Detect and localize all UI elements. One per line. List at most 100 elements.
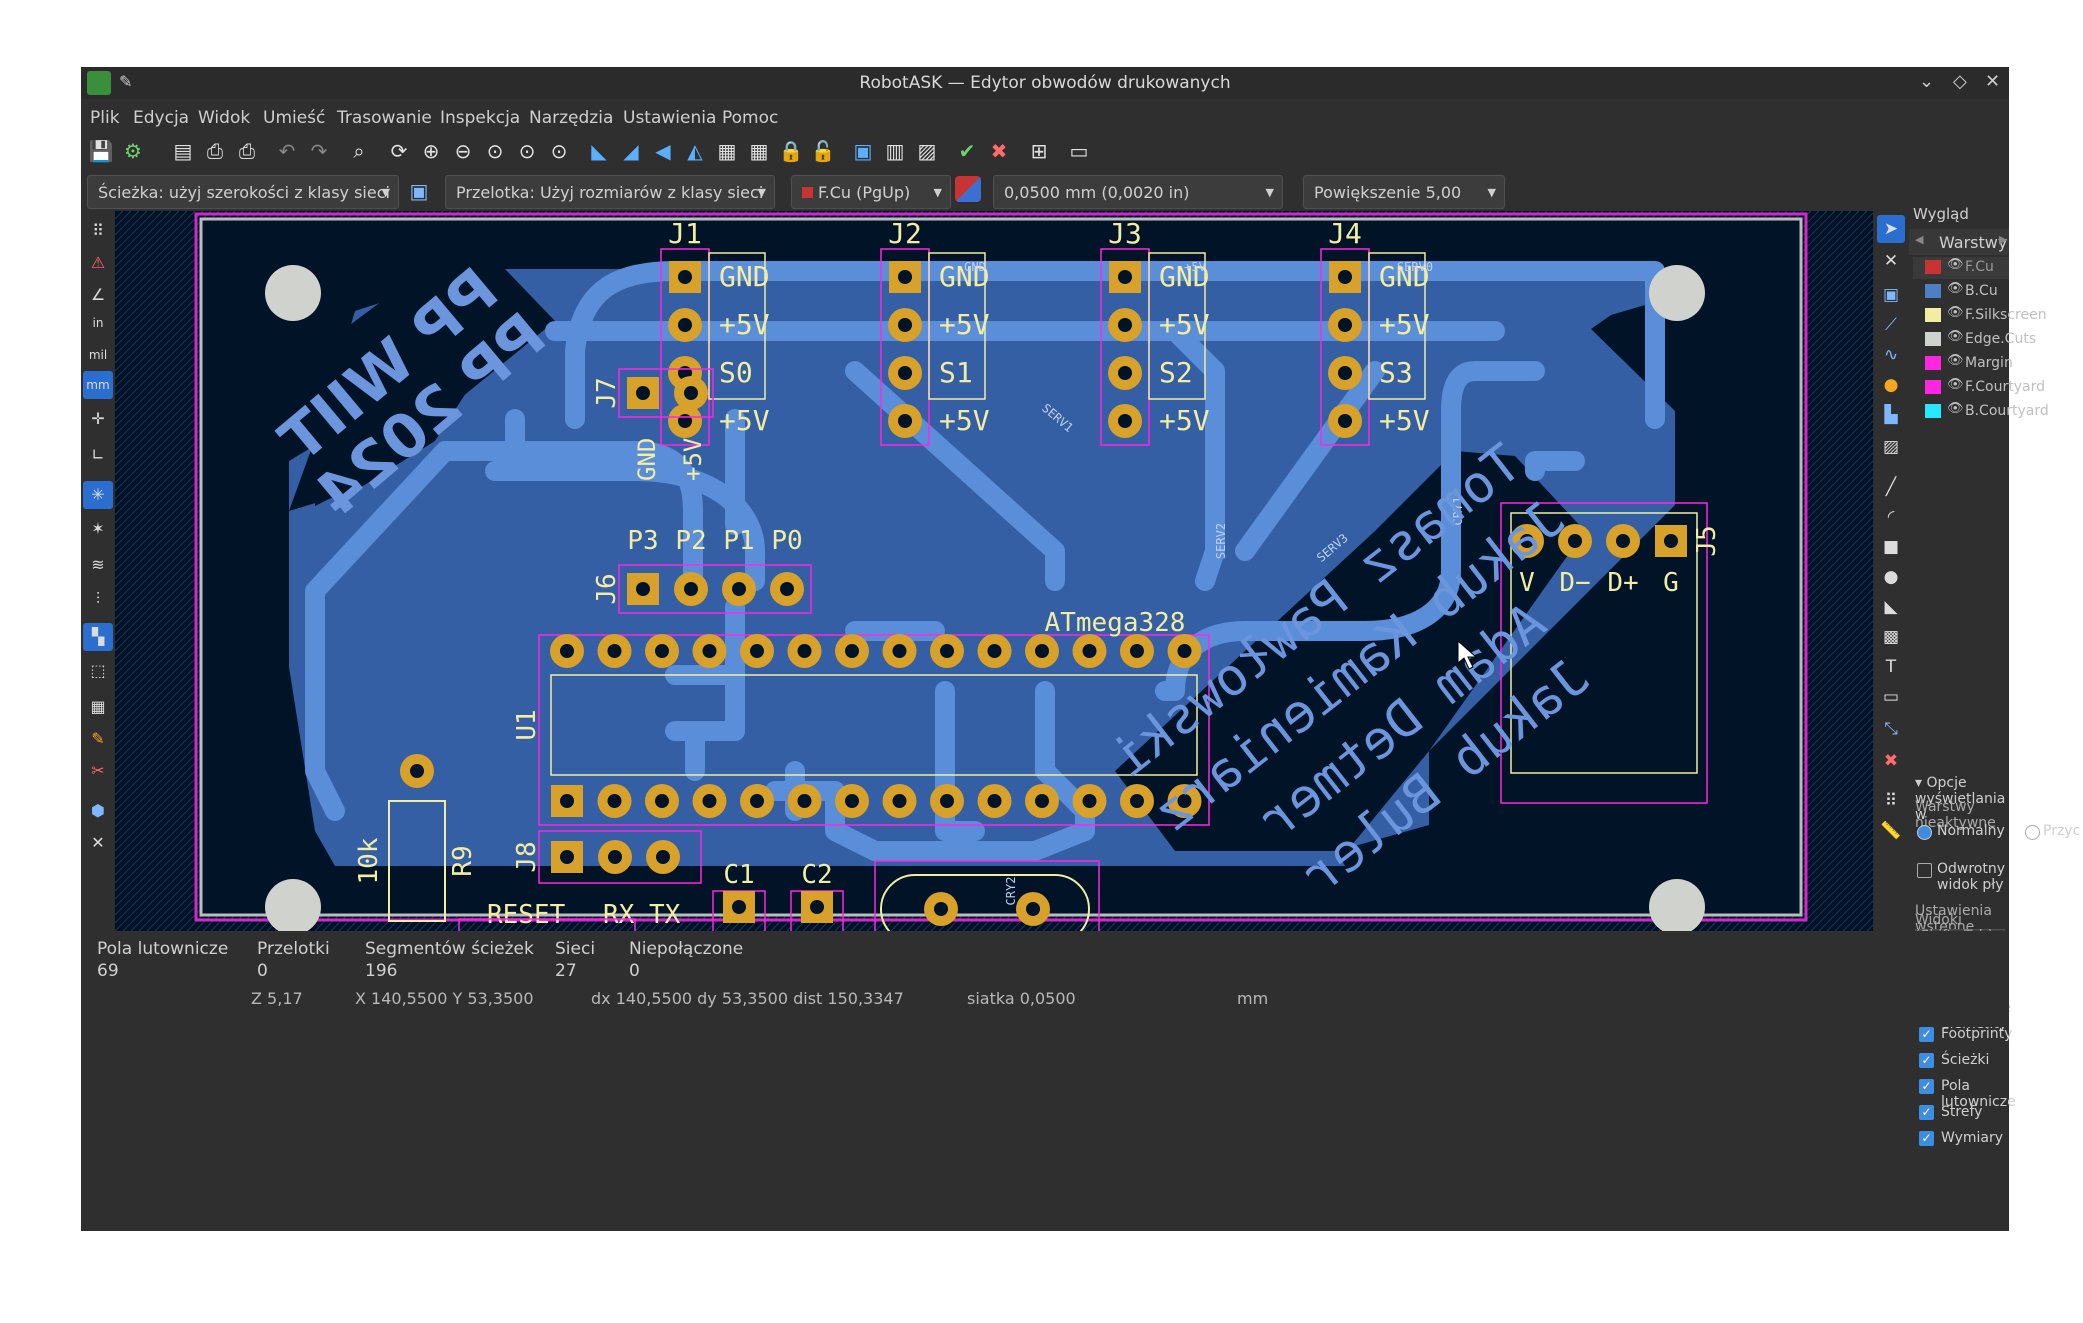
draw-circle-icon[interactable]: ● (1877, 563, 1905, 591)
redo-icon[interactable]: ↷ (303, 135, 335, 167)
3d-viewer-icon[interactable]: ⬢ (83, 797, 113, 825)
mirror-h-icon[interactable]: ◀ (647, 135, 679, 167)
lock-icon[interactable]: 🔒 (775, 135, 807, 167)
erc-icon[interactable]: ✖ (983, 135, 1015, 167)
flip-view-checkbox[interactable] (1917, 863, 1932, 878)
layer-row[interactable]: 👁 F.Cu (1913, 257, 2009, 279)
measure-tool-icon[interactable]: 📏 (1877, 817, 1905, 845)
filter-checkbox[interactable]: ✓ (1919, 1079, 1934, 1094)
properties-icon[interactable]: ✕ (83, 829, 113, 857)
layer-color-swatch[interactable] (1925, 332, 1941, 346)
radio-dim[interactable] (2025, 825, 2040, 840)
draw-rect-icon[interactable]: ■ (1877, 533, 1905, 561)
netlist-icon[interactable]: ▣ (847, 135, 879, 167)
mirror-v-icon[interactable]: ◭ (679, 135, 711, 167)
drc-icon[interactable]: ✔ (951, 135, 983, 167)
ungroup-icon[interactable]: ▦ (743, 135, 775, 167)
grid-select[interactable]: 0,0500 mm (0,0020 in) ▼ (993, 175, 1283, 209)
group-icon[interactable]: ▦ (711, 135, 743, 167)
layer-row[interactable]: 👁 B.Courtyard (1913, 401, 2049, 423)
menu-help[interactable]: Pomoc (722, 108, 778, 128)
select-tool-icon[interactable]: ➤ (1877, 215, 1905, 243)
undo-icon[interactable]: ↶ (271, 135, 303, 167)
cursor-shape-icon[interactable]: ✛ (83, 405, 113, 433)
unlock-icon[interactable]: 🔓 (807, 135, 839, 167)
save-icon[interactable]: 💾 (85, 135, 117, 167)
layer-row[interactable]: 👁 Margin (1913, 353, 2013, 375)
layer-color-swatch[interactable] (1925, 260, 1941, 274)
visibility-eye-icon[interactable]: 👁 (1947, 377, 1964, 392)
layer-color-swatch[interactable] (1925, 284, 1941, 298)
via-size-select[interactable]: Przelotka: Użyj rozmiarów z klasy sieci ▼ (445, 175, 775, 209)
visibility-eye-icon[interactable]: 👁 (1947, 329, 1964, 344)
close-icon[interactable]: ✕ (1985, 71, 2000, 92)
menu-settings[interactable]: Ustawienia (623, 108, 716, 128)
menu-route[interactable]: Trasowanie (337, 108, 432, 128)
visibility-eye-icon[interactable]: 👁 (1947, 257, 1964, 272)
high-contrast-icon[interactable]: ▚ (83, 623, 113, 651)
menu-edit[interactable]: Edycja (133, 108, 189, 128)
zoom-in-icon[interactable]: ⊕ (415, 135, 447, 167)
rotate-ccw-icon[interactable]: ◣ (583, 135, 615, 167)
local-ratsnest-icon[interactable]: ✕ (1877, 247, 1905, 275)
menu-tools[interactable]: Narzędzia (529, 108, 613, 128)
vias-outline-icon[interactable]: ⬚ (83, 657, 113, 685)
zoom-objects-icon[interactable]: ⊙ (511, 135, 543, 167)
board-setup-icon[interactable]: ⚙ (117, 135, 149, 167)
rule-area-icon[interactable]: ▨ (1877, 433, 1905, 461)
delete-tool-icon[interactable]: ✖ (1877, 747, 1905, 775)
layer-select[interactable]: F.Cu (PgUp) ▼ (791, 175, 951, 209)
plot-icon[interactable]: ⎙ (231, 135, 263, 167)
radio-normal[interactable] (1917, 825, 1932, 840)
draw-arc-icon[interactable]: ◜ (1877, 503, 1905, 531)
add-dimension-icon[interactable]: ⤡ (1877, 715, 1905, 743)
zoom-select[interactable]: Powiększenie 5,00 ▼ (1303, 175, 1505, 209)
tune-length-icon[interactable]: ∿ (1877, 341, 1905, 369)
polar-coords-icon[interactable]: ∠ (83, 281, 113, 309)
zoom-fit-icon[interactable]: ⊙ (479, 135, 511, 167)
print-icon[interactable]: ⎙ (199, 135, 231, 167)
ratsnest-icon[interactable]: ✳ (83, 481, 113, 509)
add-text-icon[interactable]: T (1877, 653, 1905, 681)
footprint-browser-icon[interactable]: ▨ (911, 135, 943, 167)
layer-color-swatch[interactable] (1925, 404, 1941, 418)
auto-track-width-icon[interactable]: ▣ (403, 175, 435, 207)
menu-inspect[interactable]: Inspekcja (440, 108, 520, 128)
tab-layers[interactable]: Warstwy (1939, 233, 2007, 252)
draw-polygon-icon[interactable]: ◣ (1877, 593, 1905, 621)
draw-line-icon[interactable]: ╱ (1877, 473, 1905, 501)
scripting-console-icon[interactable]: ▭ (1063, 135, 1095, 167)
tracks-outline-icon[interactable]: ▦ (83, 693, 113, 721)
add-textbox-icon[interactable]: ▭ (1877, 683, 1905, 711)
filter-checkbox[interactable]: ✓ (1919, 1105, 1934, 1120)
menu-file[interactable]: Plik (90, 108, 120, 128)
layer-row[interactable]: 👁 F.Courtyard (1913, 377, 2045, 399)
add-image-icon[interactable]: ▩ (1877, 623, 1905, 651)
rotate-cw-icon[interactable]: ◢ (615, 135, 647, 167)
pcb-canvas[interactable]: J1 GND +5V S0 +5V J2 GND +5V S1 +5V J3 GND +5V S2 +5V J… (115, 211, 1875, 931)
visibility-eye-icon[interactable]: 👁 (1947, 353, 1964, 368)
layer-color-swatch[interactable] (1925, 380, 1941, 394)
add-via-icon[interactable]: ● (1877, 371, 1905, 399)
footprint-editor-icon[interactable]: ▥ (879, 135, 911, 167)
layer-pair-icon[interactable] (955, 176, 981, 202)
layer-row[interactable]: 👁 B.Cu (1913, 281, 2009, 303)
zoom-out-icon[interactable]: ⊖ (447, 135, 479, 167)
visibility-eye-icon[interactable]: 👁 (1947, 281, 1964, 296)
track-width-select[interactable]: Ścieżka: użyj szerokości z klasy sieci ▼ (87, 175, 399, 209)
menu-place[interactable]: Umieść (263, 108, 325, 128)
layer-row[interactable]: 👁 Edge.Cuts (1913, 329, 2036, 351)
grid-toggle-icon[interactable]: ⠿ (83, 217, 113, 245)
add-zone-icon[interactable]: ▙ (1877, 401, 1905, 429)
layer-row[interactable]: 👁 F.Silkscreen (1913, 305, 2047, 327)
visibility-eye-icon[interactable]: 👁 (1947, 305, 1964, 320)
layer-color-swatch[interactable] (1925, 308, 1941, 322)
visibility-eye-icon[interactable]: 👁 (1947, 401, 1964, 416)
refresh-icon[interactable]: ⟳ (383, 135, 415, 167)
zoom-selection-icon[interactable]: ⊙ (543, 135, 575, 167)
filter-checkbox[interactable]: ✓ (1919, 1053, 1934, 1068)
menu-view[interactable]: Widok (198, 108, 250, 128)
pads-outline-icon[interactable]: ⫶ (83, 585, 113, 613)
schematic-icon[interactable]: ⊞ (1023, 135, 1055, 167)
show-zones-icon[interactable]: ≋ (83, 551, 113, 579)
